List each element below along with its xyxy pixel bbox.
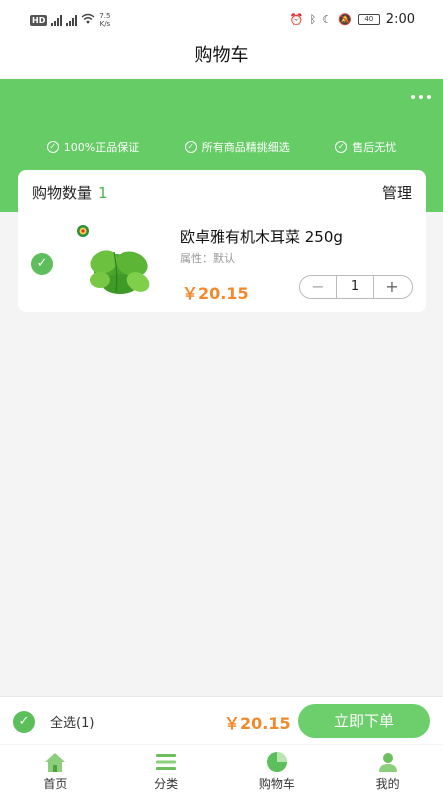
tab-category[interactable]: 分类 <box>111 745 222 793</box>
product-image[interactable] <box>74 222 162 302</box>
quantity-stepper: − 1 + <box>299 275 413 299</box>
guarantee-label: 100%正品保证 <box>63 141 140 154</box>
check-circle-icon: ✓ <box>184 141 197 153</box>
guarantee-label: 售后无忧 <box>352 141 397 154</box>
status-bar-left: HD 7.5 K/s <box>30 12 110 28</box>
status-bar-right: ⏰ ᛒ ☾ 🔕 40 2:00 <box>290 12 415 27</box>
cart-count-label: 购物数量 <box>32 184 93 202</box>
signal-icon <box>51 14 63 26</box>
product-name[interactable]: 欧卓雅有机木耳菜 250g <box>180 226 343 247</box>
clock: 2:00 <box>385 12 415 27</box>
tab-label: 我的 <box>375 777 400 791</box>
checkout-bar: ✓ 全选(1) ￥20.15 立即下单 <box>0 696 443 744</box>
tab-label: 首页 <box>43 777 68 791</box>
status-bar: HD 7.5 K/s ⏰ ᛒ ☾ 🔕 40 2:00 <box>0 0 443 38</box>
home-icon <box>45 753 66 772</box>
guarantee-list: ✓ 100%正品保证 ✓ 所有商品精挑细选 ✓ 售后无忧 <box>0 139 443 155</box>
page-title: 购物车 <box>194 45 249 66</box>
manage-button[interactable]: 管理 <box>382 182 412 203</box>
mute-icon: 🔕 <box>338 13 352 26</box>
decrease-button[interactable]: − <box>300 276 336 298</box>
select-all-label[interactable]: 全选(1) <box>50 712 94 731</box>
guarantee-item: ✓ 100%正品保证 <box>46 139 140 155</box>
product-attribute: 属性：默认 <box>180 252 235 265</box>
tab-label: 购物车 <box>258 777 295 791</box>
speed-unit: K/s <box>99 20 111 28</box>
category-icon <box>156 754 177 770</box>
tab-cart[interactable]: 购物车 <box>222 745 333 793</box>
place-order-button[interactable]: 立即下单 <box>298 704 430 738</box>
increase-button[interactable]: + <box>374 276 410 298</box>
page-header: 购物车 <box>0 38 443 78</box>
cart-icon <box>266 752 287 772</box>
tab-profile[interactable]: 我的 <box>332 745 443 793</box>
battery-icon: 40 <box>357 14 380 25</box>
guarantee-item: ✓ 售后无忧 <box>335 139 396 155</box>
item-checkbox[interactable]: ✓ <box>31 253 53 275</box>
guarantee-label: 所有商品精挑细选 <box>201 141 290 154</box>
select-all-checkbox[interactable]: ✓ <box>13 711 35 733</box>
total-price: ￥20.15 <box>224 714 291 733</box>
speed-value: 7.5 <box>99 12 111 20</box>
cart-count: 购物数量 1 <box>32 182 108 203</box>
tab-label: 分类 <box>154 777 179 791</box>
more-options-icon[interactable] <box>411 95 431 99</box>
hd-indicator: HD <box>30 14 48 26</box>
moon-icon: ☾ <box>322 13 333 26</box>
wifi-icon <box>81 13 95 27</box>
cart-card: 购物数量 1 管理 ✓ 欧卓雅有机木耳菜 250g 属性：默认 ￥20.15 − … <box>18 170 426 312</box>
signal-icon-secondary <box>66 14 78 26</box>
alarm-icon: ⏰ <box>289 13 304 26</box>
check-circle-icon: ✓ <box>46 141 59 153</box>
guarantee-item: ✓ 所有商品精挑细选 <box>184 139 290 155</box>
cart-count-value: 1 <box>98 184 108 202</box>
tab-home[interactable]: 首页 <box>0 745 111 793</box>
network-speed: 7.5 K/s <box>99 12 110 28</box>
bottom-tab-bar: 首页 分类 购物车 我的 <box>0 745 443 793</box>
profile-icon <box>378 753 397 772</box>
bluetooth-icon: ᛒ <box>309 13 317 26</box>
product-price: ￥20.15 <box>182 284 249 303</box>
quantity-value[interactable]: 1 <box>336 276 374 298</box>
check-circle-icon: ✓ <box>335 141 348 153</box>
